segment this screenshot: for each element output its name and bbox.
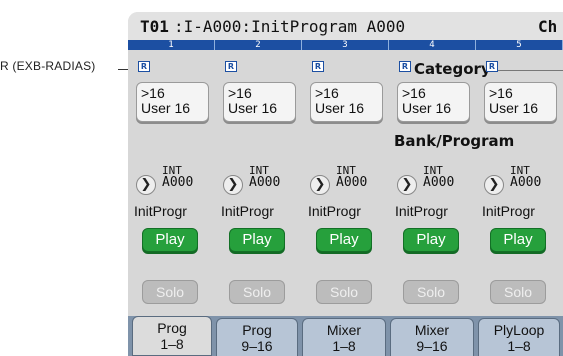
track-column-5: R >16 User 16 ❯ INT A000 InitProgr Play …	[480, 50, 562, 320]
tab-mixer-9-16[interactable]: Mixer 9–16	[390, 318, 474, 356]
solo-button[interactable]: Solo	[229, 280, 285, 304]
tab-prog-9-16[interactable]: Prog 9–16	[216, 318, 298, 356]
program-name: InitProgr	[395, 203, 448, 219]
play-button[interactable]: Play	[403, 228, 459, 252]
program-select-arrow-icon[interactable]: ❯	[223, 175, 243, 195]
track-number: 1	[128, 40, 215, 50]
tab-range: 1–8	[507, 338, 531, 354]
tab-range: 1–8	[160, 336, 184, 352]
play-button[interactable]: Play	[490, 228, 546, 252]
solo-button[interactable]: Solo	[142, 280, 198, 304]
track-number-bar: 1 2 3 4 5	[128, 40, 563, 50]
tab-range: 9–16	[416, 338, 448, 354]
tab-range: 1–8	[332, 338, 356, 354]
track-column-2: R >16 User 16 ❯ INT A000 InitProgr Play …	[219, 50, 301, 320]
channel-label: User 16	[315, 100, 365, 116]
midi-channel-button[interactable]: >16 User 16	[223, 82, 296, 122]
radias-icon: R	[225, 61, 237, 72]
channel-value: >16	[141, 85, 165, 101]
radias-icon: R	[312, 61, 324, 72]
program-number: A000	[249, 175, 281, 190]
program-name: InitProgr	[482, 203, 535, 219]
program-select-arrow-icon[interactable]: ❯	[397, 175, 417, 195]
track-number: 4	[389, 40, 476, 50]
channel-value: >16	[228, 85, 252, 101]
track-number: 5	[476, 40, 563, 50]
radias-icon: R	[399, 61, 411, 72]
radias-icon: R	[138, 61, 150, 72]
channel-value: >16	[402, 85, 426, 101]
tab-label: Prog	[242, 322, 272, 338]
tab-range: 9–16	[241, 338, 273, 354]
radias-icon: R	[486, 61, 498, 72]
program-name: InitProgr	[134, 203, 187, 219]
track-number: 3	[302, 40, 389, 50]
solo-button[interactable]: Solo	[316, 280, 372, 304]
touch-screen: T01 :I-A000:InitProgram A000 Ch 1 2 3 4 …	[128, 12, 563, 356]
program-select-arrow-icon[interactable]: ❯	[136, 175, 156, 195]
program-number: A000	[336, 175, 368, 190]
midi-channel-button[interactable]: >16 User 16	[136, 82, 209, 122]
tab-mixer-1-8[interactable]: Mixer 1–8	[302, 318, 386, 356]
channel-label: User 16	[489, 100, 539, 116]
tab-prog-1-8[interactable]: Prog 1–8	[132, 316, 212, 356]
channel-label: User 16	[402, 100, 452, 116]
play-button[interactable]: Play	[142, 228, 198, 252]
tab-label: PlyLoop	[493, 322, 545, 338]
tab-plyloop-1-8[interactable]: PlyLoop 1–8	[478, 318, 560, 356]
channel-value: >16	[315, 85, 339, 101]
tab-bar: Prog 1–8 Prog 9–16 Mixer 1–8 Mixer 9–16 …	[128, 316, 563, 356]
track-column-4: R >16 User 16 ❯ INT A000 InitProgr Play …	[393, 50, 475, 320]
program-number: A000	[423, 175, 455, 190]
channel-value: >16	[489, 85, 513, 101]
timbre-number: T01	[140, 17, 169, 36]
channel-label: User 16	[228, 100, 278, 116]
tab-label: Prog	[157, 320, 187, 336]
program-name: InitProgr	[221, 203, 274, 219]
track-number: 2	[215, 40, 302, 50]
solo-button[interactable]: Solo	[403, 280, 459, 304]
program-name: InitProgr	[308, 203, 361, 219]
play-button[interactable]: Play	[316, 228, 372, 252]
midi-channel-button[interactable]: >16 User 16	[484, 82, 557, 122]
tab-label: Mixer	[414, 322, 450, 338]
title-bar: T01 :I-A000:InitProgram A000 Ch	[128, 12, 563, 40]
radias-callout-label: R (EXB-RADIAS)	[0, 59, 96, 73]
track-column-1: R >16 User 16 ❯ INT A000 InitProgr Play …	[132, 50, 214, 320]
program-title: :I-A000:InitProgram A000	[174, 17, 406, 36]
program-select-arrow-icon[interactable]: ❯	[484, 175, 504, 195]
channel-label: User 16	[141, 100, 191, 116]
solo-button[interactable]: Solo	[490, 280, 546, 304]
title-right-text: Ch	[538, 17, 558, 36]
play-button[interactable]: Play	[229, 228, 285, 252]
midi-channel-button[interactable]: >16 User 16	[397, 82, 470, 122]
track-column-3: R >16 User 16 ❯ INT A000 InitProgr Play …	[306, 50, 388, 320]
program-number: A000	[510, 175, 542, 190]
program-number: A000	[162, 175, 194, 190]
midi-channel-button[interactable]: >16 User 16	[310, 82, 383, 122]
program-select-arrow-icon[interactable]: ❯	[310, 175, 330, 195]
tab-label: Mixer	[326, 322, 362, 338]
